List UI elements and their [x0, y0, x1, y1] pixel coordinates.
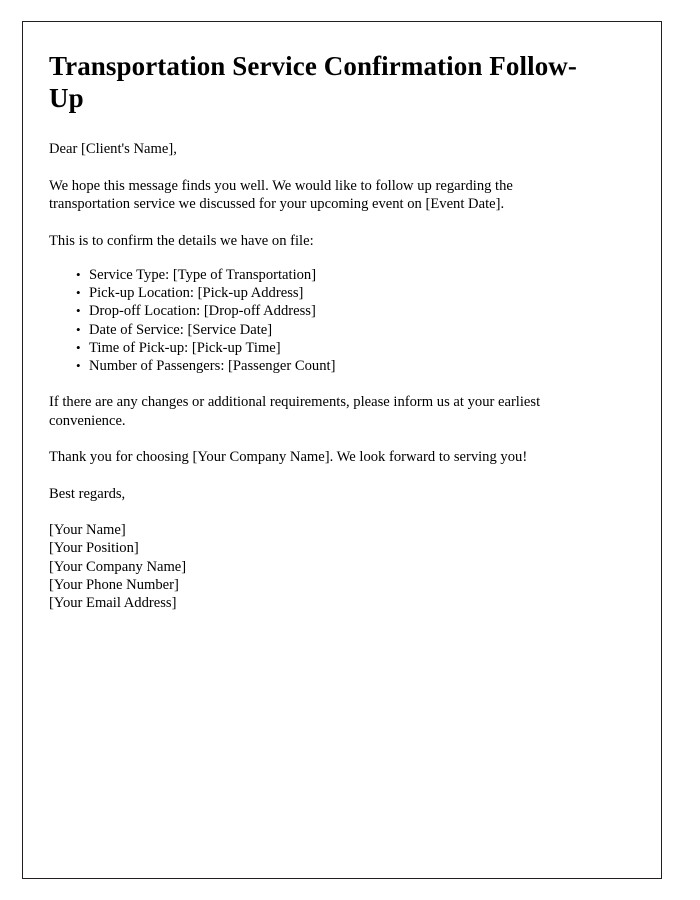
document-body: Transportation Service Confirmation Foll… — [23, 22, 661, 612]
salutation: Dear [Client's Name], — [49, 141, 177, 157]
list-item: Drop-off Location: [Drop-off Address] — [49, 302, 621, 320]
changes-paragraph: If there are any changes or additional r… — [49, 394, 541, 429]
signature-block: [Your Name] [Your Position] [Your Compan… — [49, 521, 621, 612]
signature-position: [Your Position] — [49, 540, 139, 557]
list-item: Service Type: [Type of Transportation] — [49, 266, 621, 284]
signature-email: [Your Email Address] — [49, 595, 177, 612]
closing-line: Best regards, — [49, 485, 126, 502]
signature-company: [Your Company Name] — [49, 558, 187, 575]
confirm-lead-in: This is to confirm the details we have o… — [49, 232, 314, 249]
document-page: Transportation Service Confirmation Foll… — [22, 21, 662, 879]
page-title: Transportation Service Confirmation Foll… — [49, 51, 577, 113]
list-item: Time of Pick-up: [Pick-up Time] — [49, 339, 621, 357]
thanks-paragraph: Thank you for choosing [Your Company Nam… — [49, 449, 528, 466]
signature-phone: [Your Phone Number] — [49, 576, 179, 593]
signature-name: [Your Name] — [49, 522, 126, 539]
list-item: Pick-up Location: [Pick-up Address] — [49, 284, 621, 302]
list-item: Number of Passengers: [Passenger Count] — [49, 357, 621, 375]
list-item: Date of Service: [Service Date] — [49, 321, 621, 339]
service-details-list: Service Type: [Type of Transportation] P… — [49, 266, 621, 375]
intro-paragraph: We hope this message finds you well. We … — [49, 177, 513, 213]
